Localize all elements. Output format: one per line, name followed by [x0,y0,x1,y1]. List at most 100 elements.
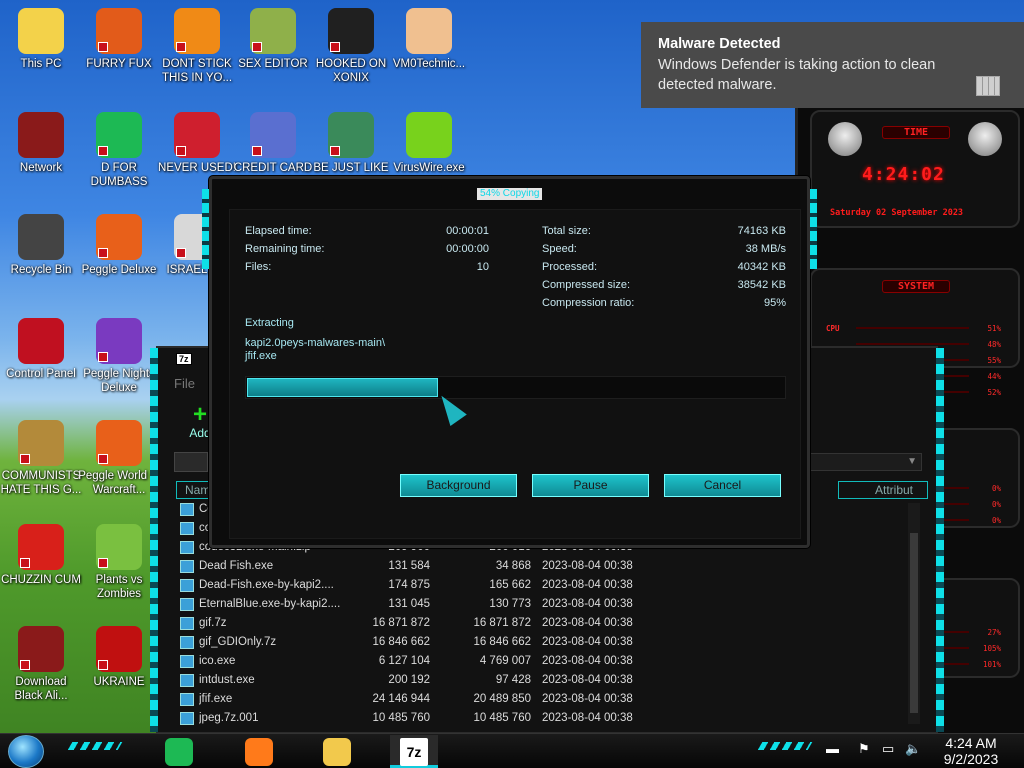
file-row[interactable]: gif_GDIOnly.7z 16 846 662 16 846 662 2023-0… [178,633,878,652]
file-size: 16 871 872 [372,617,430,629]
volume-icon[interactable]: 🔈 [905,741,921,757]
speed-label: Speed: [542,243,577,255]
meter-value: 101% [982,660,1001,669]
desktop-icon-label: UKRAINE [93,676,145,688]
desktop-icon[interactable]: Peggle Deluxe [78,214,160,277]
taskbar-date: 9/2/2023 [943,751,999,767]
shortcut-arrow-icon [176,146,186,156]
shortcut-arrow-icon [98,146,108,156]
taskbar-app-button[interactable] [155,735,203,768]
desktop-icon[interactable]: UKRAINE [78,626,160,689]
file-row[interactable]: Dead Fish.exe 131 584 34 868 2023-08-04 00:… [178,557,878,576]
compressed-size-value: 38542 KB [737,279,786,291]
app-icon [18,112,64,158]
desktop-icon[interactable]: CREDIT CARD [232,112,314,175]
desktop-icon-label: BE JUST LIKE [313,162,389,174]
desktop-icon[interactable]: This PC [0,8,82,71]
pause-button[interactable]: Pause [532,474,649,497]
file-packed-size: 16 846 662 [473,636,531,648]
desktop-icon[interactable]: DONT STICK THIS IN YO... [156,8,238,85]
file-modified: 2023-08-04 00:38 [542,560,633,572]
shortcut-arrow-icon [252,42,262,52]
app-icon [18,8,64,54]
desktop-icon[interactable]: COMMUNISTS HATE THIS G... [0,420,82,497]
app-icon [96,524,142,570]
taskbar-clock[interactable]: 4:24 AM 9/2/2023 [934,735,1008,767]
shortcut-arrow-icon [176,248,186,258]
desktop-icon[interactable]: HOOKED ON XONIX [310,8,392,85]
file-explorer-icon [323,738,351,766]
desktop-icon[interactable]: Plants vs Zombies [78,524,160,601]
file-modified: 2023-08-04 00:38 [542,693,633,705]
dialog-title: 54% Copying [477,188,543,200]
file-row[interactable]: intdust.exe 200 192 97 428 2023-08-04 00:38 [178,671,878,690]
app-icon [96,626,142,672]
shortcut-arrow-icon [98,454,108,464]
desktop-icon[interactable]: Download Black Ali... [0,626,82,703]
shortcut-arrow-icon [20,558,30,568]
shortcut-arrow-icon [98,352,108,362]
shortcut-arrow-icon [252,146,262,156]
meter-value: 105% [982,644,1001,653]
file-row[interactable]: jpeg.7z.001 10 485 760 10 485 760 2023-08-0… [178,709,878,728]
taskbar-app-button[interactable]: 7z [390,735,438,768]
file-packed-size: 4 769 007 [479,655,531,667]
cancel-button[interactable]: Cancel [664,474,781,497]
progress-bar-fill [247,378,439,397]
desktop-icon[interactable]: NEVER USED! [156,112,238,175]
desktop-icon[interactable]: BE JUST LIKE [310,112,392,175]
file-row[interactable]: gif.7z 16 871 872 16 871 872 2023-08-04 00:… [178,614,878,633]
start-button[interactable] [8,735,44,768]
show-hidden-icons-icon[interactable]: ▬ [826,741,839,756]
menu-file[interactable]: File [174,376,195,391]
desktop-icon[interactable]: D FOR DUMBASS [78,112,160,189]
app-icon [96,214,142,260]
file-icon [180,674,194,687]
file-icon [180,579,194,592]
file-icon [180,712,194,725]
desktop-icon[interactable]: SEX EDITOR [232,8,314,71]
desktop-icon[interactable]: VM0Technic... [388,8,470,71]
file-row[interactable]: EternalBlue.exe-by-kapi2.... 131 045 130 7… [178,595,878,614]
taskbar-accent [67,742,123,750]
file-icon [180,522,194,535]
extraction-progress-dialog: 54% Copying Elapsed time: 00:00:01 Remai… [202,176,817,548]
desktop-icon-label: Peggle Nights Deluxe [83,368,155,394]
desktop-icon[interactable]: FURRY FUX [78,8,160,71]
file-row[interactable]: ico.exe 6 127 104 4 769 007 2023-08-04 00:3… [178,652,878,671]
folder-up-button[interactable] [174,452,208,472]
background-button[interactable]: Background [400,474,517,497]
desktop-icon[interactable]: Recycle Bin [0,214,82,277]
processed-value: 40342 KB [737,261,786,273]
scrollbar-thumb[interactable] [910,533,918,713]
gadget-meter-row: CPU 51% [826,324,1001,333]
taskbar-app-button[interactable] [313,735,361,768]
meter-value: 0% [991,500,1001,509]
notification-body: Windows Defender is taking action to cle… [658,57,936,93]
network-icon[interactable]: ▭ [882,741,894,757]
shortcut-arrow-icon [98,558,108,568]
chevron-down-icon[interactable]: ▼ [907,456,917,467]
file-row[interactable]: Dead-Fish.exe-by-kapi2.... 174 875 165 662… [178,576,878,595]
flag-icon[interactable]: ⚑ [858,741,870,757]
vertical-scrollbar[interactable] [908,503,920,724]
desktop-icon[interactable]: Peggle World of Warcraft... [78,420,160,497]
desktop-icon[interactable]: CHUZZIN CUM [0,524,82,587]
desktop-icon-label: Control Panel [6,368,76,380]
desktop-icon-label: Network [19,162,63,174]
desktop-icon-label: Peggle World of Warcraft... [78,470,160,496]
file-size: 24 146 944 [372,693,430,705]
operation-label: Extracting [245,317,294,329]
taskbar-app-button[interactable] [235,735,283,768]
desktop-icon[interactable]: Control Panel [0,318,82,381]
shortcut-arrow-icon [98,42,108,52]
file-packed-size: 16 871 872 [473,617,531,629]
file-icon [180,598,194,611]
desktop-icon[interactable]: Peggle Nights Deluxe [78,318,160,395]
file-row[interactable]: jfif.exe 24 146 944 20 489 850 2023-08-04 0… [178,690,878,709]
desktop-icon[interactable]: VirusWire.exe [388,112,470,175]
malware-notification[interactable]: Malware Detected Windows Defender is tak… [641,22,1024,108]
app-icon [18,420,64,466]
column-header-attributes[interactable]: Attribut [838,481,928,499]
desktop-icon[interactable]: Network [0,112,82,175]
